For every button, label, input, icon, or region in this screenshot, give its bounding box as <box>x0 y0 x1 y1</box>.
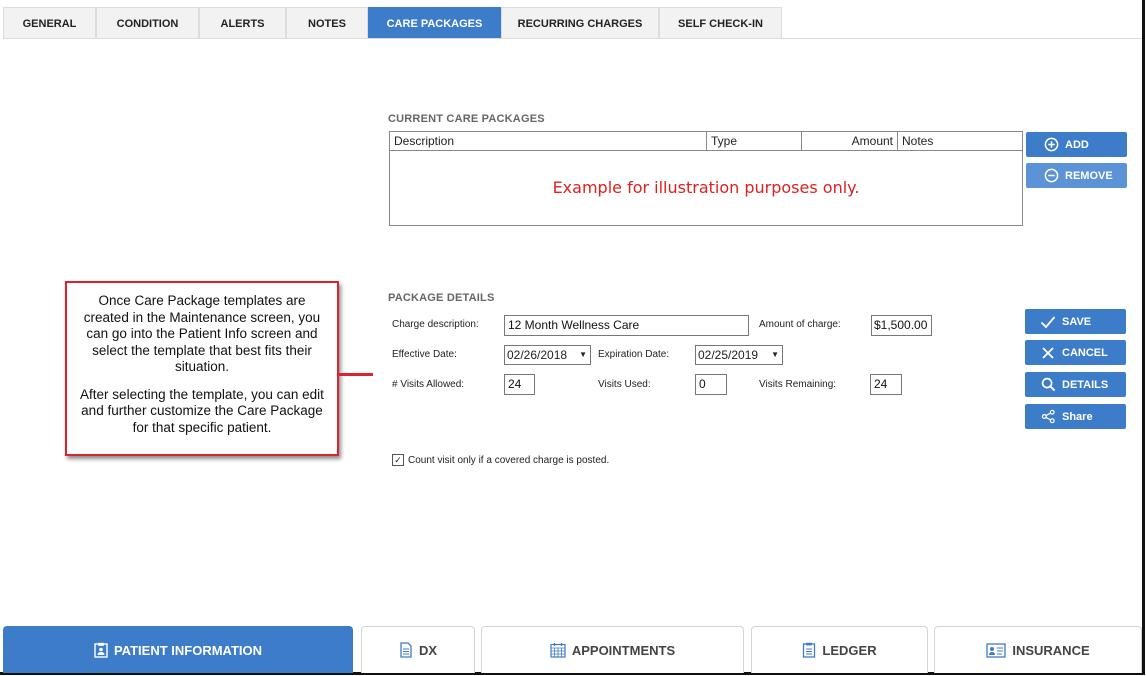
col-type[interactable]: Type <box>707 132 802 150</box>
charge-description-field[interactable]: 12 Month Wellness Care <box>504 315 749 336</box>
share-label: Share <box>1062 410 1093 423</box>
current-care-packages-title: CURRENT CARE PACKAGES <box>388 113 545 125</box>
tab-care-packages[interactable]: CARE PACKAGES <box>368 7 501 39</box>
tab-general[interactable]: GENERAL <box>3 7 96 39</box>
tab-self-check-in[interactable]: SELF CHECK-IN <box>659 7 782 39</box>
visits-used-field[interactable]: 0 <box>695 374 727 395</box>
tab-notes[interactable]: NOTES <box>286 7 368 39</box>
callout-note: Once Care Package templates are created … <box>65 281 339 456</box>
callout-paragraph-2: After selecting the template, you can ed… <box>80 386 324 435</box>
nav-dx-label: DX <box>418 642 438 658</box>
tab-recurring-charges[interactable]: RECURRING CHARGES <box>501 7 659 39</box>
checkmark-icon[interactable]: ✓ <box>392 454 404 466</box>
share-button[interactable]: Share <box>1025 404 1126 429</box>
amount-field[interactable]: $1,500.00 <box>871 315 932 336</box>
expiration-date-value: 02/25/2019 <box>698 348 759 362</box>
check-icon <box>1040 314 1056 330</box>
tab-divider <box>3 38 1142 39</box>
visits-allowed-field[interactable]: 24 <box>504 374 535 395</box>
chevron-down-icon: ▼ <box>771 350 779 359</box>
expiration-date-dropdown[interactable]: 02/25/2019 ▼ <box>695 345 783 365</box>
col-amount[interactable]: Amount <box>802 132 898 150</box>
effective-date-value: 02/26/2018 <box>507 348 568 362</box>
nav-ledger-label: LEDGER <box>822 642 877 658</box>
document-icon <box>399 642 413 658</box>
nav-insurance-label: INSURANCE <box>1012 642 1090 658</box>
nav-dx[interactable]: DX <box>361 626 475 673</box>
tab-condition[interactable]: CONDITION <box>96 7 199 39</box>
amount-label: Amount of charge: <box>759 319 841 330</box>
cancel-button[interactable]: CANCEL <box>1025 340 1126 365</box>
nav-appointments-label: APPOINTMENTS <box>571 642 676 658</box>
search-icon <box>1040 377 1056 393</box>
nav-patient-information-label: PATIENT INFORMATION <box>113 642 263 658</box>
nav-patient-information[interactable]: PATIENT INFORMATION <box>3 626 353 673</box>
id-card-icon <box>986 642 1006 658</box>
add-label: ADD <box>1065 138 1089 151</box>
close-icon <box>1040 345 1056 361</box>
remove-button[interactable]: REMOVE <box>1026 163 1127 188</box>
col-notes[interactable]: Notes <box>898 132 1022 150</box>
add-button[interactable]: ADD <box>1026 132 1127 157</box>
calendar-icon <box>550 642 566 658</box>
save-label: SAVE <box>1062 315 1092 328</box>
example-watermark: Example for illustration purposes only. <box>552 178 860 197</box>
plus-circle-icon <box>1043 137 1059 153</box>
nav-insurance[interactable]: INSURANCE <box>934 626 1142 673</box>
visits-used-label: Visits Used: <box>598 379 651 390</box>
count-visit-checkbox[interactable]: ✓ Count visit only if a covered charge i… <box>392 454 609 466</box>
save-button[interactable]: SAVE <box>1025 309 1126 334</box>
top-tab-bar: GENERAL CONDITION ALERTS NOTES CARE PACK… <box>3 7 782 39</box>
table-header: Description Type Amount Notes <box>390 132 1022 151</box>
cancel-label: CANCEL <box>1062 346 1108 359</box>
nav-appointments[interactable]: APPOINTMENTS <box>481 626 744 673</box>
share-icon <box>1040 409 1056 425</box>
package-details-title: PACKAGE DETAILS <box>388 292 495 304</box>
effective-date-label: Effective Date: <box>392 349 457 360</box>
ledger-icon <box>802 642 816 658</box>
clipboard-icon <box>94 642 108 658</box>
effective-date-dropdown[interactable]: 02/26/2018 ▼ <box>504 345 591 365</box>
tab-alerts[interactable]: ALERTS <box>199 7 286 39</box>
charge-description-label: Charge description: <box>392 319 479 330</box>
chevron-down-icon: ▼ <box>579 350 587 359</box>
remove-label: REMOVE <box>1065 169 1113 182</box>
details-label: DETAILS <box>1062 378 1109 391</box>
nav-ledger[interactable]: LEDGER <box>751 626 928 673</box>
callout-connector <box>339 373 373 376</box>
visits-allowed-label: # Visits Allowed: <box>392 379 465 390</box>
minus-circle-icon <box>1043 168 1059 184</box>
details-button[interactable]: DETAILS <box>1025 372 1126 397</box>
care-packages-table[interactable]: Description Type Amount Notes Example fo… <box>389 131 1023 226</box>
callout-paragraph-1: Once Care Package templates are created … <box>83 293 321 374</box>
visits-remaining-label: Visits Remaining: <box>759 379 837 390</box>
visits-remaining-field[interactable]: 24 <box>870 374 902 395</box>
expiration-date-label: Expiration Date: <box>598 349 670 360</box>
count-visit-label: Count visit only if a covered charge is … <box>408 454 610 466</box>
col-description[interactable]: Description <box>390 132 707 150</box>
